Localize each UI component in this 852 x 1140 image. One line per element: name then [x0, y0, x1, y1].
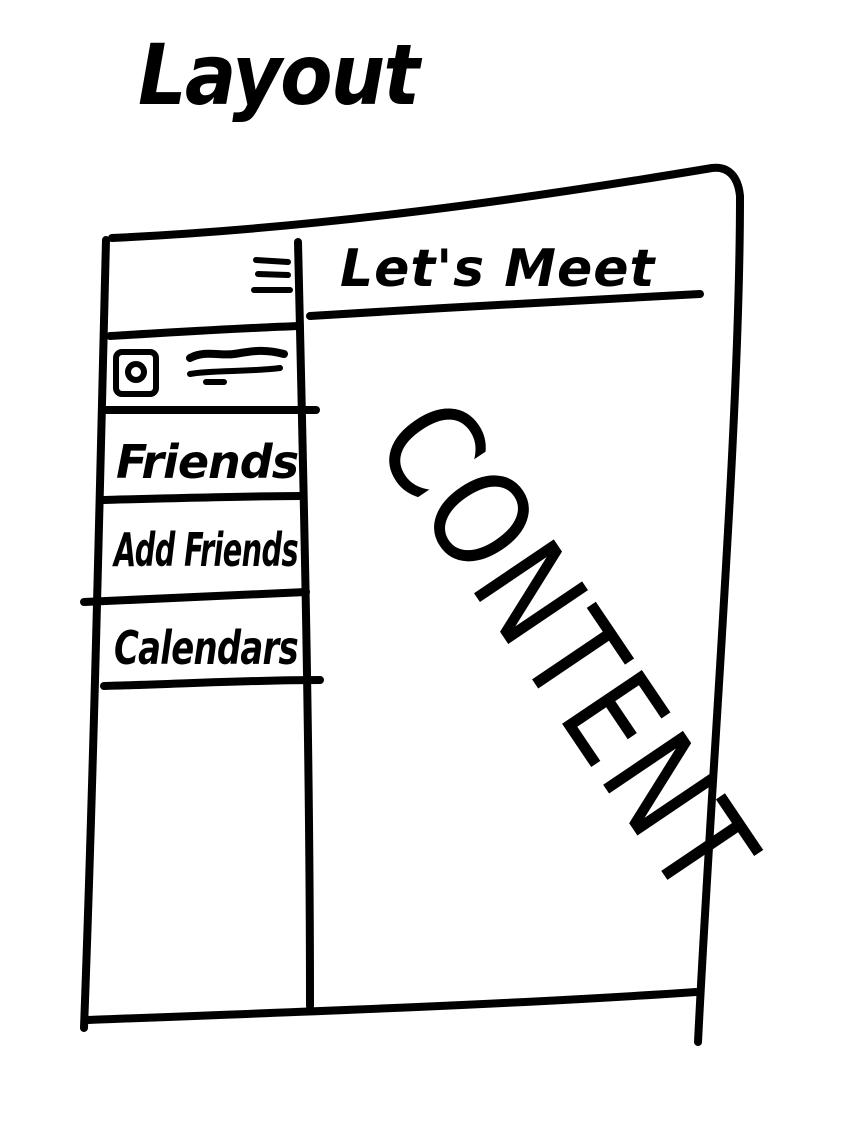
- sidebar-item-add-friends[interactable]: Add Friends: [112, 523, 299, 577]
- page-title: Layout: [138, 26, 422, 124]
- app-title: Let's Meet: [340, 239, 657, 299]
- avatar-icon: [113, 349, 159, 397]
- sidebar-item-label: Add Friends: [112, 523, 298, 577]
- app-header: Let's Meet: [306, 239, 704, 320]
- sidebar-item-calendars[interactable]: Calendars: [114, 621, 299, 675]
- hamburger-menu-icon[interactable]: [251, 257, 293, 293]
- profile-row[interactable]: [113, 346, 288, 397]
- sidebar-header-divider: [106, 322, 304, 340]
- profile-info-scribble: [186, 346, 288, 385]
- layout-wireframe-sketch: Layout Friends Add Friends Calendars Let…: [80, 26, 786, 1046]
- sidebar: Friends Add Friends Calendars: [80, 238, 324, 1010]
- sidebar-item-label: Friends: [116, 435, 298, 489]
- sidebar-item-friends[interactable]: Friends: [116, 435, 299, 489]
- sidebar-divider: [294, 238, 314, 1010]
- sidebar-item-label: Calendars: [114, 621, 298, 675]
